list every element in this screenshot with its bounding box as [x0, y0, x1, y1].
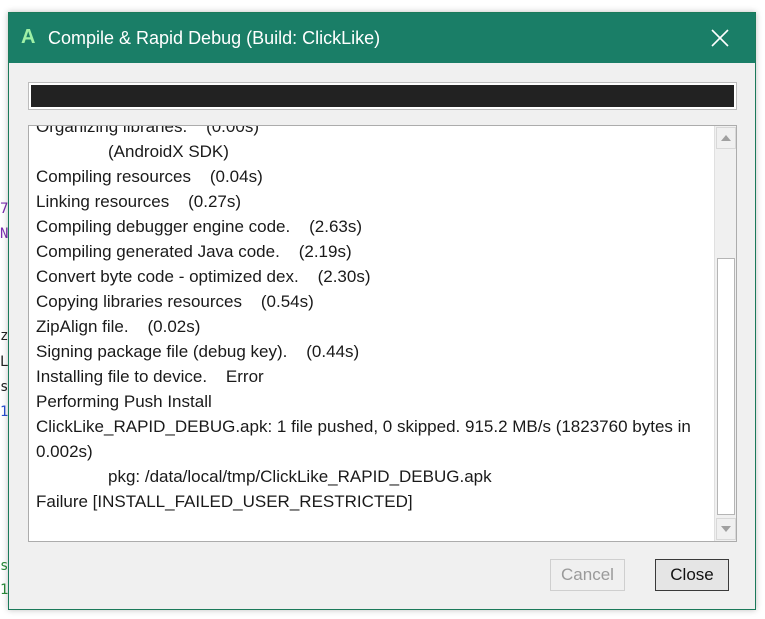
arrow-up-icon	[721, 135, 731, 141]
app-logo-icon: A	[21, 26, 36, 48]
dialog-titlebar[interactable]: A Compile & Rapid Debug (Build: ClickLik…	[9, 13, 755, 63]
log-line: ClickLike_RAPID_DEBUG.apk: 1 file pushed…	[36, 417, 696, 461]
close-window-button[interactable]	[695, 13, 745, 63]
log-line: Compiling resources (0.04s)	[36, 167, 263, 186]
scroll-down-button[interactable]	[716, 518, 736, 540]
log-line: Copying libraries resources (0.54s)	[36, 292, 314, 311]
cancel-button[interactable]: Cancel	[550, 559, 625, 591]
log-line: Compiling generated Java code. (2.19s)	[36, 242, 352, 261]
log-line: ZipAlign file. (0.02s)	[36, 317, 201, 336]
close-button[interactable]: Close	[655, 559, 729, 591]
log-line: Convert byte code - optimized dex. (2.30…	[36, 267, 371, 286]
log-line: Linking resources (0.27s)	[36, 192, 242, 211]
build-progress-bar	[28, 82, 737, 110]
close-icon	[711, 29, 729, 47]
build-log-content: Organizing libraries. (0.00s) (AndroidX S…	[36, 125, 708, 514]
log-line: Failure [INSTALL_FAILED_USER_RESTRICTED]	[36, 492, 413, 511]
build-log[interactable]: Organizing libraries. (0.00s) (AndroidX S…	[28, 125, 737, 542]
log-line: Organizing libraries. (0.00s)	[36, 125, 259, 136]
log-line: (AndroidX SDK)	[108, 142, 229, 161]
scrollbar-thumb[interactable]	[717, 258, 735, 515]
log-line: Compiling debugger engine code. (2.63s)	[36, 217, 363, 236]
log-line: Signing package file (debug key). (0.44s…	[36, 342, 360, 361]
compile-debug-dialog: A Compile & Rapid Debug (Build: ClickLik…	[8, 12, 756, 610]
log-scrollbar[interactable]	[714, 126, 736, 541]
log-line: pkg: /data/local/tmp/ClickLike_RAPID_DEB…	[108, 467, 492, 486]
progress-fill	[31, 85, 734, 107]
log-line: Installing file to device. Error	[36, 367, 264, 386]
scroll-up-button[interactable]	[716, 127, 736, 149]
dialog-title: Compile & Rapid Debug (Build: ClickLike)	[48, 28, 381, 48]
log-line: Performing Push Install	[36, 392, 212, 411]
arrow-down-icon	[721, 526, 731, 532]
